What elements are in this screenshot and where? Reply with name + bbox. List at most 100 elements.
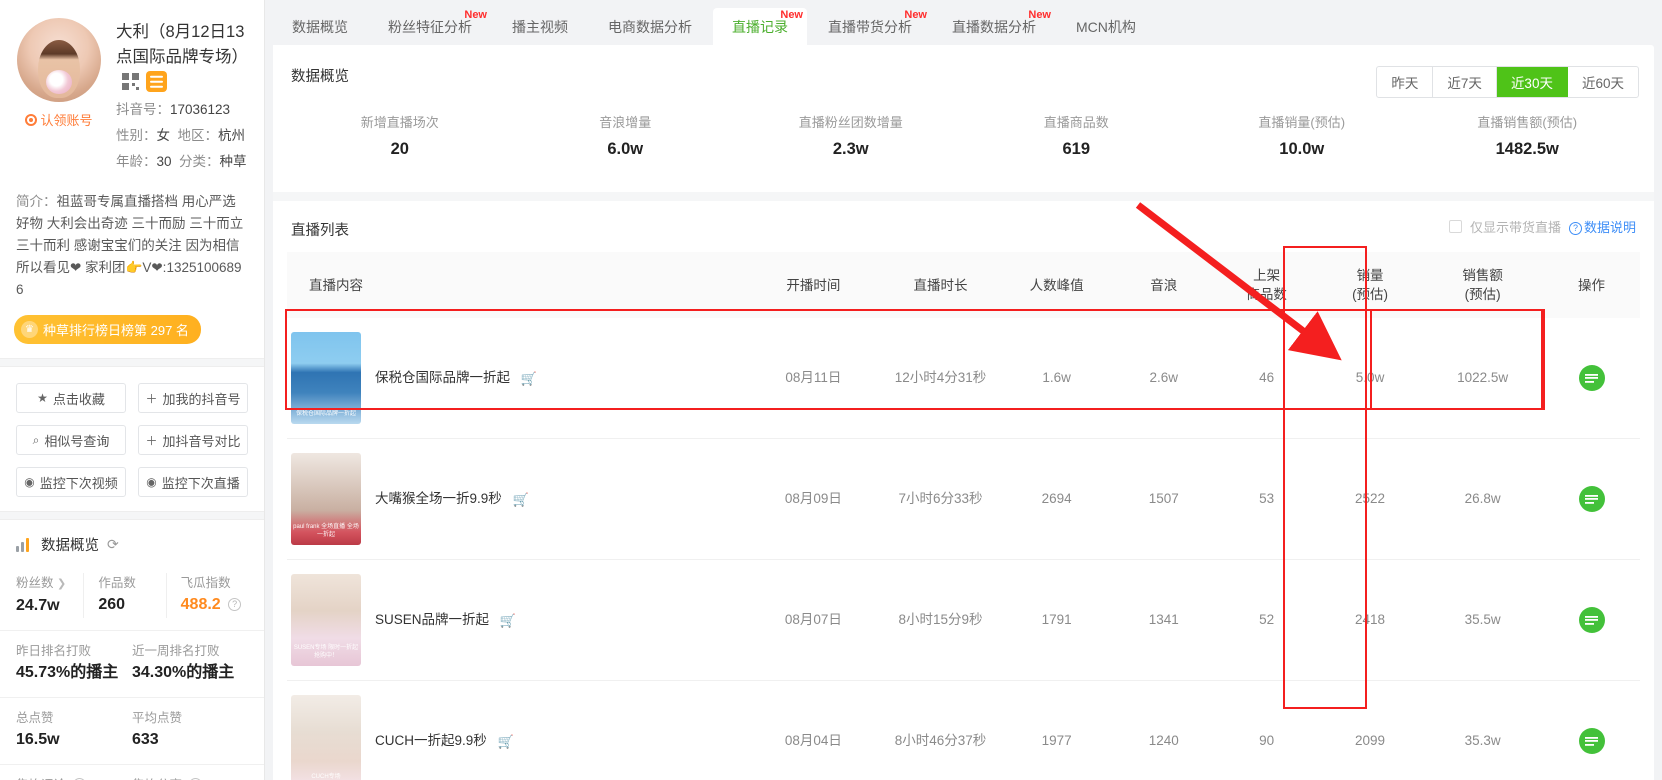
age-value: 30: [156, 154, 172, 169]
cell-duration: 12小时4分31秒: [894, 370, 987, 385]
cell-product-count: 90: [1215, 680, 1319, 780]
eye-icon: ◉: [24, 475, 35, 489]
live-title[interactable]: CUCH一折起9.9秒: [375, 733, 487, 748]
range-60days[interactable]: 近60天: [1568, 67, 1638, 97]
cell-action: [1543, 318, 1640, 439]
tab-mcn[interactable]: MCN机构: [1057, 8, 1155, 45]
monitor-next-live-button[interactable]: ◉ 监控下次直播: [138, 467, 248, 497]
content-panel: 数据概览 新增直播场次 20 音浪增量 6.0w 直播粉丝团数增量 2.3w 直…: [273, 45, 1654, 780]
add-my-douyin-button[interactable]: ＋ 加我的抖音号: [138, 383, 248, 413]
kpi-label: 直播粉丝团数增量: [798, 115, 903, 130]
list-action-icon[interactable]: [1578, 365, 1605, 391]
live-title[interactable]: SUSEN品牌一折起: [375, 612, 489, 627]
live-list-title: 直播列表: [291, 223, 349, 239]
sidebar-divider-2: [0, 511, 264, 520]
stat-works: 作品数 260: [83, 573, 165, 618]
question-circle-icon[interactable]: ?: [228, 598, 242, 611]
table-row[interactable]: paul frank 全场直播 全场一折起 大嘴猴全场一折9.9秒 🛒 08月0…: [287, 438, 1640, 560]
stat-total-likes-label: 总点赞: [16, 711, 54, 725]
stat-followers[interactable]: 粉丝数 ❯ 24.7w: [16, 573, 83, 618]
stat-followers-label: 粉丝数 ❯: [16, 573, 83, 594]
verified-ring-icon: [25, 113, 38, 126]
range-label: 近30天: [1510, 76, 1553, 91]
cell-yinlang: 1240: [1112, 680, 1216, 780]
refresh-icon[interactable]: ⟳: [107, 536, 119, 553]
crown-icon: ♛: [21, 321, 38, 338]
kpi-value: 20: [390, 140, 409, 158]
col-sales-volume: 销量 (预估): [1318, 252, 1423, 318]
profile-description: 简介：祖蓝哥专属直播搭档 用心严选好物 大利会出奇迹 三十而励 三十而立 三十而…: [0, 183, 264, 303]
stat-row-rank: 昨日排名打败 45.73%的播主 近一周排名打败 34.30%的播主: [0, 630, 264, 697]
cell-duration: 8小时46分37秒: [879, 680, 1001, 780]
compare-douyin-button[interactable]: ＋ 加抖音号对比: [138, 425, 248, 455]
stat-avg-shares: 集均分享 ?: [132, 775, 248, 780]
tab-live-data-analysis[interactable]: New 直播数据分析: [933, 8, 1055, 45]
stat-yesterday-rank: 昨日排名打败 45.73%的播主: [16, 641, 132, 685]
cell-product-count: 53: [1215, 438, 1319, 560]
avatar: [17, 18, 101, 102]
monitor-next-video-label: 监控下次视频: [39, 475, 118, 491]
stat-avg-likes: 平均点赞 633: [132, 708, 248, 752]
cell-start-time: 08月11日: [785, 370, 842, 385]
cell-sales-amount: 1022.5w: [1457, 370, 1509, 385]
tab-data-overview[interactable]: 数据概览: [273, 8, 367, 45]
rank-badge[interactable]: ♛ 种草排行榜日榜第 297 名: [14, 315, 201, 344]
tab-live-sales-analysis[interactable]: New 直播带货分析: [809, 8, 931, 45]
live-thumbnail[interactable]: SUSEN专场 限时一折起抢购中！: [291, 574, 361, 666]
tab-live-records[interactable]: New 直播记录: [713, 8, 807, 45]
cart-icon: 🛒: [520, 370, 537, 386]
live-thumbnail[interactable]: 保税仓国际品牌一折起: [291, 332, 361, 424]
monitor-next-video-button[interactable]: ◉ 监控下次视频: [16, 467, 126, 497]
thumb-caption: paul frank 全场直播 全场一折起: [293, 524, 359, 538]
bar-chart-icon: [16, 537, 33, 552]
cell-sales-volume: 5.0w: [1355, 370, 1385, 385]
table-row[interactable]: SUSEN专场 限时一折起抢购中！ SUSEN品牌一折起 🛒 08月07日 8小…: [287, 559, 1640, 681]
table-row[interactable]: 保税仓国际品牌一折起 保税仓国际品牌一折起 🛒 08月11日 12小时4分31秒…: [287, 318, 1640, 439]
only-sales-live-checkbox[interactable]: [1448, 220, 1462, 233]
list-action-icon[interactable]: [1578, 607, 1605, 633]
similar-account-label: 相似号查询: [44, 433, 110, 449]
sidebar-action-buttons: ★ 点击收藏 ＋ 加我的抖音号 ⌕ 相似号查询 ＋ 加抖音号对比 ◉ 监控下次视…: [0, 367, 264, 511]
range-7days[interactable]: 近7天: [1433, 67, 1497, 97]
kpi-yinlang-growth: 音浪增量 6.0w: [513, 112, 739, 164]
list-action-icon[interactable]: [1578, 728, 1605, 754]
data-explanation-link[interactable]: ? 数据说明: [1568, 217, 1636, 236]
tab-host-videos[interactable]: 播主视频: [493, 8, 587, 45]
list-action-icon[interactable]: [1578, 486, 1605, 512]
cell-action: [1543, 438, 1640, 560]
col-duration: 直播时长: [879, 252, 1001, 318]
cell-live-content: CUCH专场 CUCH一折起9.9秒 🛒: [287, 680, 747, 780]
kpi-label: 直播销量(预估): [1258, 115, 1346, 130]
col-product-count: 上架 商品数: [1215, 252, 1319, 318]
similar-account-button[interactable]: ⌕ 相似号查询: [16, 425, 126, 455]
tab-fans-analysis[interactable]: New 粉丝特征分析: [369, 8, 491, 45]
qrcode-icon[interactable]: [122, 73, 139, 90]
range-label: 昨天: [1391, 76, 1419, 91]
live-title[interactable]: 保税仓国际品牌一折起: [375, 370, 510, 385]
stat-avg-likes-label: 平均点赞: [132, 711, 183, 725]
cell-sales-amount: 26.8w: [1422, 438, 1544, 560]
sidebar-stats-title: 数据概览: [41, 538, 99, 554]
stat-index-label: 飞瓜指数: [180, 576, 231, 590]
gender-label: 性别：: [116, 128, 157, 143]
live-thumbnail[interactable]: paul frank 全场直播 全场一折起: [291, 453, 361, 545]
live-thumbnail[interactable]: CUCH专场: [291, 695, 361, 780]
stat-yesterday-rank-label: 昨日排名打败: [16, 644, 92, 658]
cell-action: [1543, 559, 1640, 681]
sidebar-divider: [0, 358, 264, 367]
range-yesterday[interactable]: 昨天: [1377, 67, 1434, 97]
favorite-button[interactable]: ★ 点击收藏: [16, 383, 126, 413]
live-content-inner: 保税仓国际品牌一折起 保税仓国际品牌一折起 🛒: [291, 332, 743, 424]
live-title[interactable]: 大嘴猴全场一折9.9秒: [375, 491, 502, 506]
range-30days[interactable]: 近30天: [1496, 67, 1568, 97]
kpi-value: 10.0w: [1279, 140, 1325, 158]
douyin-badge-icon[interactable]: [146, 71, 167, 92]
table-row[interactable]: CUCH专场 CUCH一折起9.9秒 🛒 08月04日 8小时46分37秒 19…: [287, 680, 1640, 780]
tab-bar: 数据概览 New 粉丝特征分析 播主视频 电商数据分析 New 直播记录 New…: [265, 0, 1662, 45]
live-content-inner: paul frank 全场直播 全场一折起 大嘴猴全场一折9.9秒 🛒: [291, 453, 743, 545]
profile-header: 认领账号 大利（8月12日13点国际品牌专场） 抖音号：17036123 性别：…: [0, 0, 264, 183]
tab-ecommerce-analysis[interactable]: 电商数据分析: [589, 8, 711, 45]
stat-avg-shares-label: 集均分享 ?: [132, 775, 248, 780]
sidebar-stats-header: 数据概览 ⟳: [0, 520, 264, 563]
cell-peak-viewers: 1791: [1000, 559, 1113, 681]
